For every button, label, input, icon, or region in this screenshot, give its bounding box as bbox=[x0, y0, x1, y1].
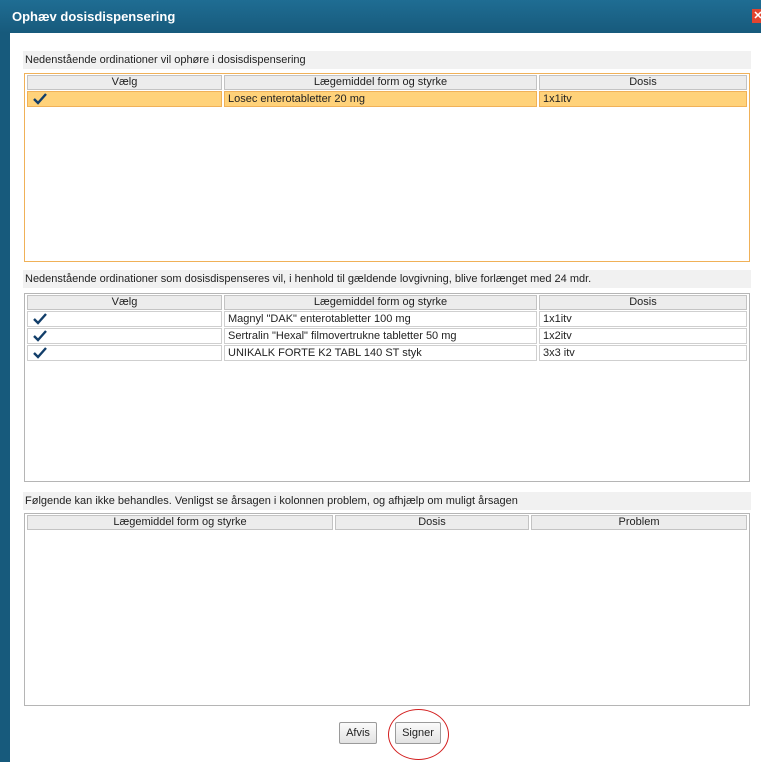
highlight-ring bbox=[388, 709, 449, 760]
column-header-select[interactable]: Vælg bbox=[27, 295, 222, 310]
row-checkbox[interactable] bbox=[27, 345, 222, 361]
dose-cell: 3x3 itv bbox=[539, 345, 747, 361]
column-header-select[interactable]: Vælg bbox=[27, 75, 222, 90]
table-row[interactable]: Losec enterotabletter 20 mg 1x1itv bbox=[27, 91, 747, 107]
column-header-dose[interactable]: Dosis bbox=[539, 295, 747, 310]
table-row[interactable]: UNIKALK FORTE K2 TABL 140 ST styk 3x3 it… bbox=[27, 345, 747, 361]
column-header-problem[interactable]: Problem bbox=[531, 515, 747, 530]
problems-table: Lægemiddel form og styrke Dosis Problem bbox=[24, 513, 750, 706]
drug-cell: Magnyl "DAK" enterotabletter 100 mg bbox=[224, 311, 537, 327]
table-row[interactable]: Magnyl "DAK" enterotabletter 100 mg 1x1i… bbox=[27, 311, 747, 327]
row-checkbox[interactable] bbox=[27, 91, 222, 107]
row-checkbox[interactable] bbox=[27, 328, 222, 344]
checkmark-icon bbox=[33, 347, 47, 359]
dose-cell: 1x1itv bbox=[539, 91, 747, 107]
column-header-drug[interactable]: Lægemiddel form og styrke bbox=[224, 295, 537, 310]
column-header-drug[interactable]: Lægemiddel form og styrke bbox=[27, 515, 333, 530]
checkmark-icon bbox=[33, 313, 47, 325]
column-header-drug[interactable]: Lægemiddel form og styrke bbox=[224, 75, 537, 90]
dose-cell: 1x1itv bbox=[539, 311, 747, 327]
reject-button[interactable]: Afvis bbox=[339, 722, 377, 744]
dialog-titlebar: Ophæv dosisdispensering ✕ bbox=[0, 0, 761, 33]
drug-cell: UNIKALK FORTE K2 TABL 140 ST styk bbox=[224, 345, 537, 361]
section3-label: Følgende kan ikke behandles. Venligst se… bbox=[23, 492, 751, 510]
drug-cell: Losec enterotabletter 20 mg bbox=[224, 91, 537, 107]
row-checkbox[interactable] bbox=[27, 311, 222, 327]
drug-cell: Sertralin "Hexal" filmovertrukne tablett… bbox=[224, 328, 537, 344]
stop-orders-table: Vælg Lægemiddel form og styrke Dosis Los… bbox=[24, 73, 750, 262]
table-row[interactable]: Sertralin "Hexal" filmovertrukne tablett… bbox=[27, 328, 747, 344]
section2-label: Nedenstående ordinationer som dosisdispe… bbox=[23, 270, 751, 288]
close-icon[interactable]: ✕ bbox=[752, 9, 761, 23]
checkmark-icon bbox=[33, 93, 47, 105]
dose-cell: 1x2itv bbox=[539, 328, 747, 344]
column-header-dose[interactable]: Dosis bbox=[539, 75, 747, 90]
section1-label: Nedenstående ordinationer vil ophøre i d… bbox=[23, 51, 751, 69]
dialog-frame bbox=[0, 33, 10, 762]
extend-orders-table: Vælg Lægemiddel form og styrke Dosis Mag… bbox=[24, 293, 750, 482]
dialog-title: Ophæv dosisdispensering bbox=[12, 9, 176, 24]
checkmark-icon bbox=[33, 330, 47, 342]
column-header-dose[interactable]: Dosis bbox=[335, 515, 529, 530]
